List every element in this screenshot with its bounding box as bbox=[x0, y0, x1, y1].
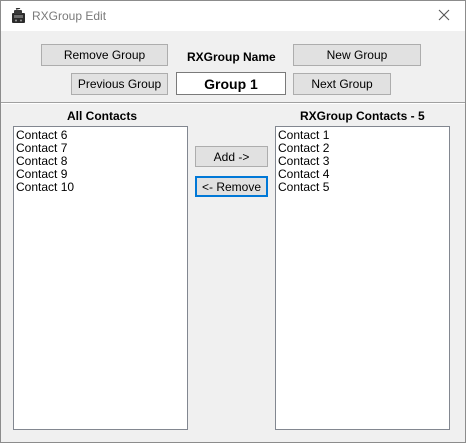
group-navigation-panel: Remove Group RXGroup Name New Group Prev… bbox=[1, 31, 465, 102]
previous-group-button[interactable]: Previous Group bbox=[71, 73, 168, 95]
rxgroup-name-label: RXGroup Name bbox=[187, 50, 276, 64]
radio-icon bbox=[10, 7, 28, 24]
window-title: RXGroup Edit bbox=[32, 9, 107, 23]
title-bar: RXGroup Edit bbox=[1, 1, 465, 31]
group-contacts-list[interactable]: Contact 1 Contact 2 Contact 3 Contact 4 … bbox=[275, 126, 450, 430]
rxgroup-edit-window: RXGroup Edit Remove Group RXGroup Name N… bbox=[0, 0, 466, 443]
new-group-button[interactable]: New Group bbox=[293, 44, 421, 66]
remove-group-button[interactable]: Remove Group bbox=[41, 44, 168, 66]
list-item[interactable]: Contact 5 bbox=[278, 181, 449, 194]
divider-highlight bbox=[1, 103, 465, 104]
list-item[interactable]: Contact 10 bbox=[16, 181, 187, 194]
all-contacts-list[interactable]: Contact 6 Contact 7 Contact 8 Contact 9 … bbox=[13, 126, 188, 430]
next-group-button[interactable]: Next Group bbox=[293, 73, 391, 95]
close-button[interactable] bbox=[423, 1, 465, 31]
group-contacts-header: RXGroup Contacts - 5 bbox=[300, 109, 425, 123]
remove-contact-button[interactable]: <- Remove bbox=[195, 176, 268, 197]
add-contact-button[interactable]: Add -> bbox=[195, 146, 268, 167]
close-icon bbox=[438, 9, 450, 24]
group-name-field[interactable]: Group 1 bbox=[176, 72, 286, 95]
all-contacts-header: All Contacts bbox=[67, 109, 138, 123]
